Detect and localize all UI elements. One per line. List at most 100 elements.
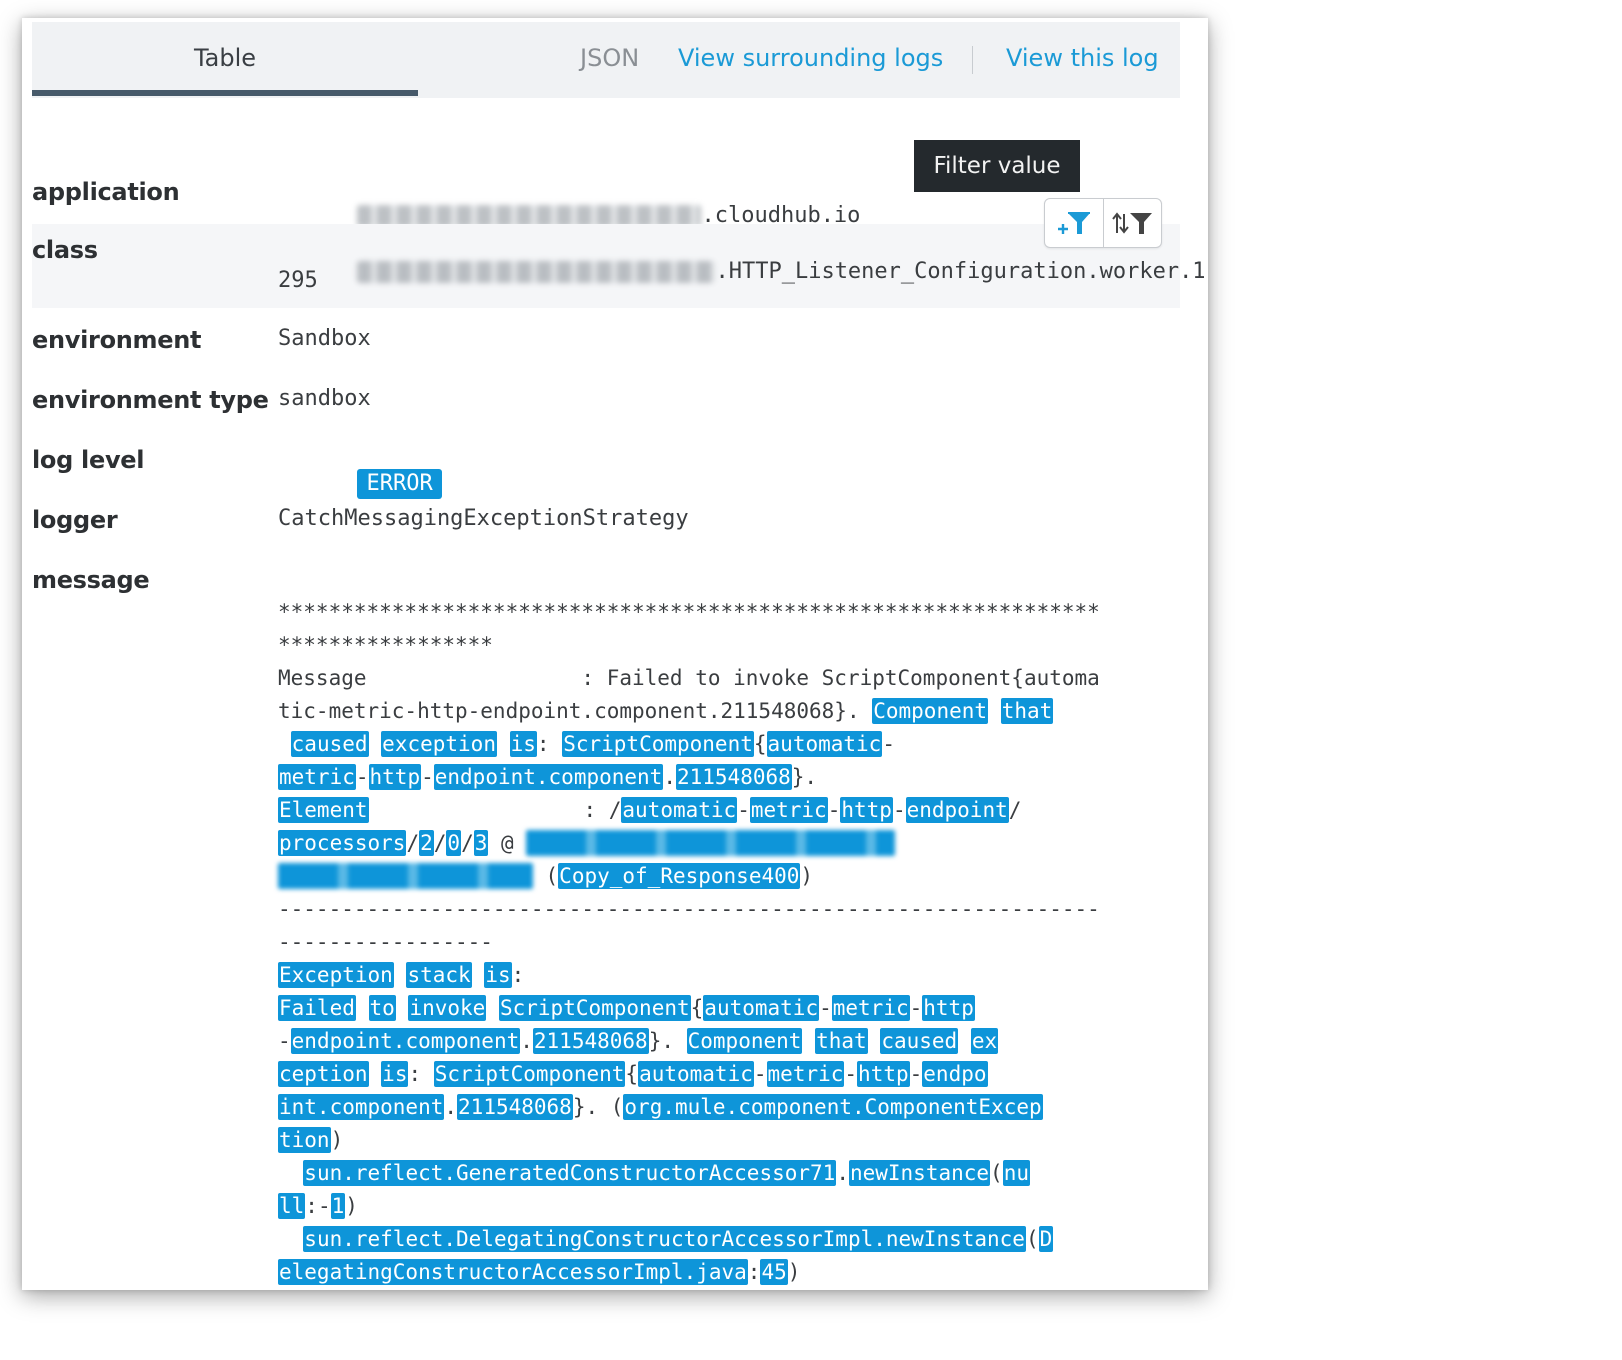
message-line: caused exception is: ScriptComponent{aut… <box>278 728 1178 761</box>
field-value[interactable]: sandbox <box>278 386 371 411</box>
highlighted-token[interactable]: invoke <box>408 995 487 1021</box>
tab-table[interactable]: Table <box>32 22 418 96</box>
message-text: - <box>892 798 906 822</box>
field-value-text: .HTTP_Listener_Configuration.worker.1 <box>715 259 1206 284</box>
highlighted-token[interactable]: endpoint.component <box>433 764 664 790</box>
log-level-badge[interactable]: ERROR <box>357 469 442 499</box>
highlighted-token[interactable]: D <box>1038 1226 1054 1252</box>
field-row-environment-type: environment type sandbox <box>32 384 1180 440</box>
field-value[interactable]: Sandbox <box>278 326 371 351</box>
redacted-token: redacted-text-values <box>278 863 533 889</box>
highlighted-token[interactable]: caused <box>880 1028 959 1054</box>
add-filter-button[interactable] <box>1045 199 1103 247</box>
highlighted-token[interactable]: 211548068 <box>457 1094 573 1120</box>
view-surrounding-logs-link[interactable]: View surrounding logs <box>678 22 943 94</box>
highlighted-token[interactable]: http <box>922 995 975 1021</box>
filter-actions <box>1044 198 1162 248</box>
highlighted-token[interactable]: Component <box>686 1028 803 1054</box>
highlighted-token[interactable]: Element <box>278 797 369 823</box>
highlighted-token[interactable]: is <box>509 731 537 757</box>
highlighted-token[interactable]: 45 <box>760 1259 788 1285</box>
highlighted-token[interactable]: newInstance <box>848 1160 991 1186</box>
message-line: Element : /automatic-metric-http-endpoin… <box>278 794 1178 827</box>
highlighted-token[interactable]: ScriptComponent <box>433 1061 626 1087</box>
message-text: - <box>278 1029 291 1053</box>
highlighted-token[interactable]: ception <box>278 1061 369 1087</box>
field-value[interactable]: CatchMessagingExceptionStrategy <box>278 506 689 531</box>
highlighted-token[interactable]: int.component <box>278 1094 445 1120</box>
highlighted-token[interactable]: http <box>840 797 893 823</box>
redacted-token: redacted-host-name-value-here <box>526 830 895 856</box>
message-text <box>958 1029 971 1053</box>
active-tab-indicator <box>32 90 418 96</box>
highlighted-token[interactable]: is <box>381 1061 409 1087</box>
message-line: ****************************************… <box>278 596 1178 629</box>
highlighted-token[interactable]: ll <box>278 1193 306 1219</box>
message-text: - <box>909 996 923 1020</box>
message-text: ) <box>345 1194 358 1218</box>
highlighted-token[interactable]: nu <box>1002 1160 1030 1186</box>
highlighted-token[interactable]: processors <box>278 830 407 856</box>
highlighted-token[interactable]: 211548068 <box>675 764 792 790</box>
highlighted-token[interactable]: 2 <box>419 830 434 856</box>
highlighted-token[interactable]: exception <box>381 731 497 757</box>
highlighted-token[interactable]: 211548068 <box>532 1028 649 1054</box>
highlighted-token[interactable]: automatic <box>638 1061 754 1087</box>
highlighted-token[interactable]: metric <box>749 797 828 823</box>
tab-json[interactable]: JSON <box>580 22 639 94</box>
highlighted-token[interactable]: automatic <box>766 731 883 757</box>
message-text: ) <box>330 1128 344 1152</box>
highlighted-token[interactable]: ex <box>970 1028 999 1054</box>
highlighted-token[interactable]: endpoint.component <box>290 1028 521 1054</box>
message-text: ( <box>532 864 559 888</box>
highlighted-token[interactable]: Component <box>872 698 989 724</box>
highlighted-token[interactable]: that <box>815 1028 868 1054</box>
highlighted-token[interactable]: ScriptComponent <box>562 731 754 757</box>
message-text: : <box>536 732 563 756</box>
highlighted-token[interactable]: endpo <box>922 1061 988 1087</box>
message-line: processors/2/0/3 @ redacted-host-name-va… <box>278 827 1178 860</box>
highlighted-token[interactable]: 3 <box>473 830 489 856</box>
highlighted-token[interactable]: http <box>368 764 422 790</box>
highlighted-token[interactable]: endpoint <box>905 797 1009 823</box>
toggle-filter-button[interactable] <box>1102 199 1162 247</box>
message-text: @ <box>488 831 527 855</box>
highlighted-token[interactable]: metric <box>766 1061 845 1087</box>
highlighted-token[interactable]: 0 <box>446 830 462 856</box>
highlighted-token[interactable]: automatic <box>703 995 820 1021</box>
tab-bar: Table JSON View surrounding logs View th… <box>32 22 1180 98</box>
highlighted-token[interactable]: org.mule.component.ComponentExcep <box>623 1094 1043 1120</box>
field-key: log level <box>32 446 145 474</box>
message-text: ) <box>800 864 814 888</box>
highlighted-token[interactable]: is <box>484 962 512 988</box>
highlighted-token[interactable]: automatic <box>621 797 738 823</box>
highlighted-token[interactable]: tion <box>278 1127 331 1153</box>
highlighted-token[interactable]: elegatingConstructorAccessorImpl.java <box>278 1259 748 1285</box>
message-text: - <box>737 798 750 822</box>
highlighted-token[interactable]: to <box>368 995 396 1021</box>
highlighted-token[interactable]: sun.reflect.DelegatingConstructorAccesso… <box>303 1226 1026 1252</box>
message-text: ----------------- <box>278 930 493 954</box>
highlighted-token[interactable]: caused <box>290 731 369 757</box>
message-text: . <box>444 1095 458 1119</box>
highlighted-token[interactable]: metric <box>278 764 356 790</box>
highlighted-token[interactable]: Exception <box>278 962 394 988</box>
highlighted-token[interactable]: metric <box>831 995 910 1021</box>
message-line: sun.reflect.DelegatingConstructorAccesso… <box>278 1223 1178 1256</box>
highlighted-token[interactable]: http <box>857 1061 910 1087</box>
highlighted-token[interactable]: sun.reflect.GeneratedConstructorAccessor… <box>303 1160 837 1186</box>
message-value[interactable]: ****************************************… <box>278 596 1178 1289</box>
highlighted-token[interactable]: stack <box>406 962 472 988</box>
message-text: ***************** <box>278 633 493 657</box>
highlighted-token[interactable]: 1 <box>330 1193 346 1219</box>
message-text: }. ( <box>572 1095 624 1119</box>
message-text: - <box>844 1062 858 1086</box>
highlighted-token[interactable]: ScriptComponent <box>498 995 691 1021</box>
highlighted-token[interactable]: that <box>1000 698 1054 724</box>
view-this-log-link[interactable]: View this log <box>1006 22 1159 94</box>
message-text <box>369 732 382 756</box>
highlighted-token[interactable]: Failed <box>278 995 356 1021</box>
message-text: / <box>433 831 447 855</box>
highlighted-token[interactable]: Copy_of_Response400 <box>558 863 801 889</box>
message-text: ----------------------------------------… <box>278 897 1100 921</box>
